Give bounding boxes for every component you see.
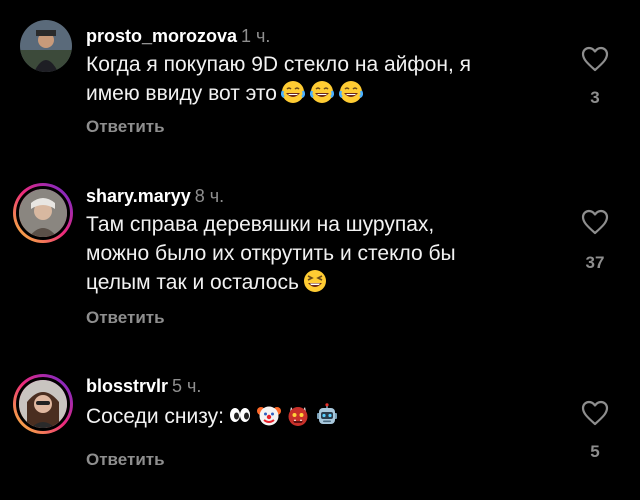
- timestamp: 5 ч.: [172, 376, 202, 396]
- username[interactable]: blosstrvlr: [86, 376, 168, 396]
- comment-text-line: целым так и осталось: [86, 268, 556, 297]
- comment-text-line: Соседи снизу:: [86, 402, 556, 431]
- comment-text: Соседи снизу:: [86, 402, 556, 431]
- heart-icon[interactable]: [581, 46, 609, 72]
- emoji-group: [303, 269, 327, 293]
- robot-emoji: [315, 403, 339, 427]
- tears-of-joy-emoji: [338, 80, 363, 104]
- avatar[interactable]: [20, 20, 72, 72]
- laughing-squint-emoji: [303, 269, 327, 293]
- like-count: 37: [585, 253, 605, 272]
- reply-button[interactable]: Ответить: [86, 450, 165, 470]
- avatar-photo: [19, 380, 67, 428]
- reply-button[interactable]: Ответить: [86, 308, 165, 328]
- tears-of-joy-emoji: [309, 80, 334, 104]
- avatar-photo: [20, 20, 72, 72]
- comment-text: Когда я покупаю 9D стекло на айфон, я им…: [86, 50, 556, 108]
- tears-of-joy-emoji: [280, 80, 305, 104]
- eyes-emoji: [228, 403, 252, 427]
- comment-text-line: Когда я покупаю 9D стекло на айфон, я: [86, 53, 471, 76]
- like-count: 5: [590, 442, 600, 461]
- comment-text-line: имею ввиду вот это: [86, 82, 277, 105]
- clown-face-emoji: [256, 403, 281, 427]
- avatar-photo: [19, 189, 67, 237]
- comment-meta: blosstrvlr 5 ч.: [86, 375, 201, 397]
- comment-text-line: Там справа деревяшки на шурупах,: [86, 213, 435, 236]
- comment-meta: prosto_morozova 1 ч.: [86, 25, 270, 47]
- timestamp: 8 ч.: [194, 186, 225, 206]
- comment-meta: shary.maryy 8 ч.: [86, 185, 224, 207]
- comment-text-line: Соседи снизу:: [86, 405, 224, 428]
- username[interactable]: prosto_morozova: [86, 26, 237, 46]
- avatar-story-ring: [16, 186, 70, 240]
- username[interactable]: shary.maryy: [86, 186, 191, 206]
- comment-text-line: целым так и осталось: [86, 271, 299, 294]
- avatar[interactable]: [13, 374, 73, 434]
- comment-text-line: имею ввиду вот это: [86, 79, 556, 108]
- avatar-story-ring: [16, 377, 70, 431]
- like-count: 3: [590, 88, 600, 107]
- heart-icon[interactable]: [581, 400, 609, 426]
- comment-text-line: можно было их открутить и стекло бы: [86, 242, 456, 265]
- timestamp: 1 ч.: [241, 26, 271, 46]
- heart-icon[interactable]: [581, 209, 609, 235]
- emoji-group: [280, 80, 363, 104]
- reply-button[interactable]: Ответить: [86, 117, 165, 137]
- avatar[interactable]: [13, 183, 73, 243]
- emoji-group: [228, 403, 339, 427]
- ogre-emoji: [286, 403, 310, 427]
- comment-text: Там справа деревяшки на шурупах, можно б…: [86, 210, 556, 297]
